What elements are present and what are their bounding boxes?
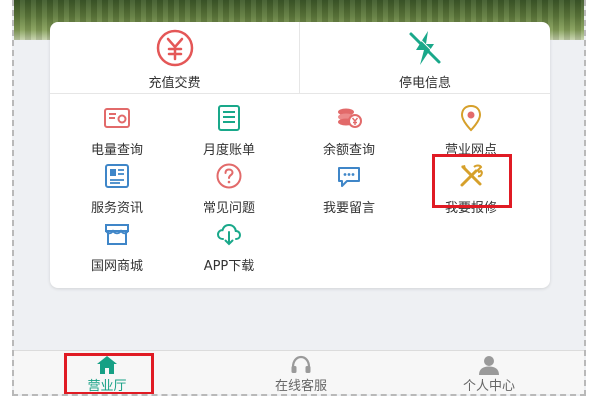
service-label: 电量查询 bbox=[90, 143, 143, 158]
phone-frame: 充值交费 停电信息 电量查询 月度账单 余额查询 营业网点 服务资讯 常见问题 … bbox=[12, 0, 586, 396]
highlight-box-home bbox=[64, 353, 154, 394]
tab-online-service[interactable]: 在线客服 bbox=[246, 351, 356, 394]
service-label: 国网商城 bbox=[90, 259, 143, 274]
service-label: 余额查询 bbox=[322, 143, 375, 158]
meter-card-icon bbox=[104, 108, 130, 128]
question-icon bbox=[216, 163, 242, 189]
top-service-label: 充值交费 bbox=[148, 76, 201, 91]
top-service-label: 停电信息 bbox=[398, 76, 451, 91]
service-item-bill[interactable]: 月度账单 bbox=[174, 104, 284, 158]
service-item-outlets[interactable]: 营业网点 bbox=[416, 104, 526, 158]
service-label: 我要留言 bbox=[322, 201, 375, 216]
service-item-meter[interactable]: 电量查询 bbox=[62, 104, 172, 158]
highlight-box-repair bbox=[432, 154, 512, 208]
headset-icon bbox=[291, 355, 311, 373]
service-item-message[interactable]: 我要留言 bbox=[294, 162, 404, 216]
service-label: APP下载 bbox=[203, 259, 255, 274]
store-icon bbox=[105, 224, 129, 245]
tab-label: 在线客服 bbox=[274, 379, 327, 394]
chat-bubble-icon bbox=[338, 167, 360, 187]
services-card: 充值交费 停电信息 电量查询 月度账单 余额查询 营业网点 服务资讯 常见问题 … bbox=[50, 22, 550, 288]
service-item-store[interactable]: 国网商城 bbox=[62, 220, 172, 274]
newspaper-icon bbox=[105, 164, 129, 188]
power-outage-icon bbox=[409, 31, 442, 65]
top-services-row: 充值交费 停电信息 bbox=[50, 22, 550, 94]
top-service-recharge[interactable]: 充值交费 bbox=[50, 22, 300, 94]
service-item-faq[interactable]: 常见问题 bbox=[174, 162, 284, 216]
service-label: 月度账单 bbox=[202, 143, 255, 158]
service-item-balance[interactable]: 余额查询 bbox=[294, 104, 404, 158]
service-label: 常见问题 bbox=[202, 201, 255, 216]
yuan-circle-icon bbox=[156, 29, 193, 67]
coins-icon bbox=[338, 108, 362, 128]
user-icon bbox=[479, 356, 499, 375]
tab-personal-center[interactable]: 个人中心 bbox=[434, 351, 544, 394]
bill-list-icon bbox=[218, 105, 240, 131]
tab-label: 个人中心 bbox=[462, 379, 515, 394]
service-label: 服务资讯 bbox=[90, 201, 143, 216]
service-item-news[interactable]: 服务资讯 bbox=[62, 162, 172, 216]
cloud-download-icon bbox=[216, 223, 242, 246]
location-pin-icon bbox=[460, 104, 482, 132]
bottom-tab-bar: 营业厅 在线客服 个人中心 bbox=[14, 350, 584, 394]
service-item-app-download[interactable]: APP下载 bbox=[174, 220, 284, 274]
top-service-outage[interactable]: 停电信息 bbox=[300, 22, 550, 94]
